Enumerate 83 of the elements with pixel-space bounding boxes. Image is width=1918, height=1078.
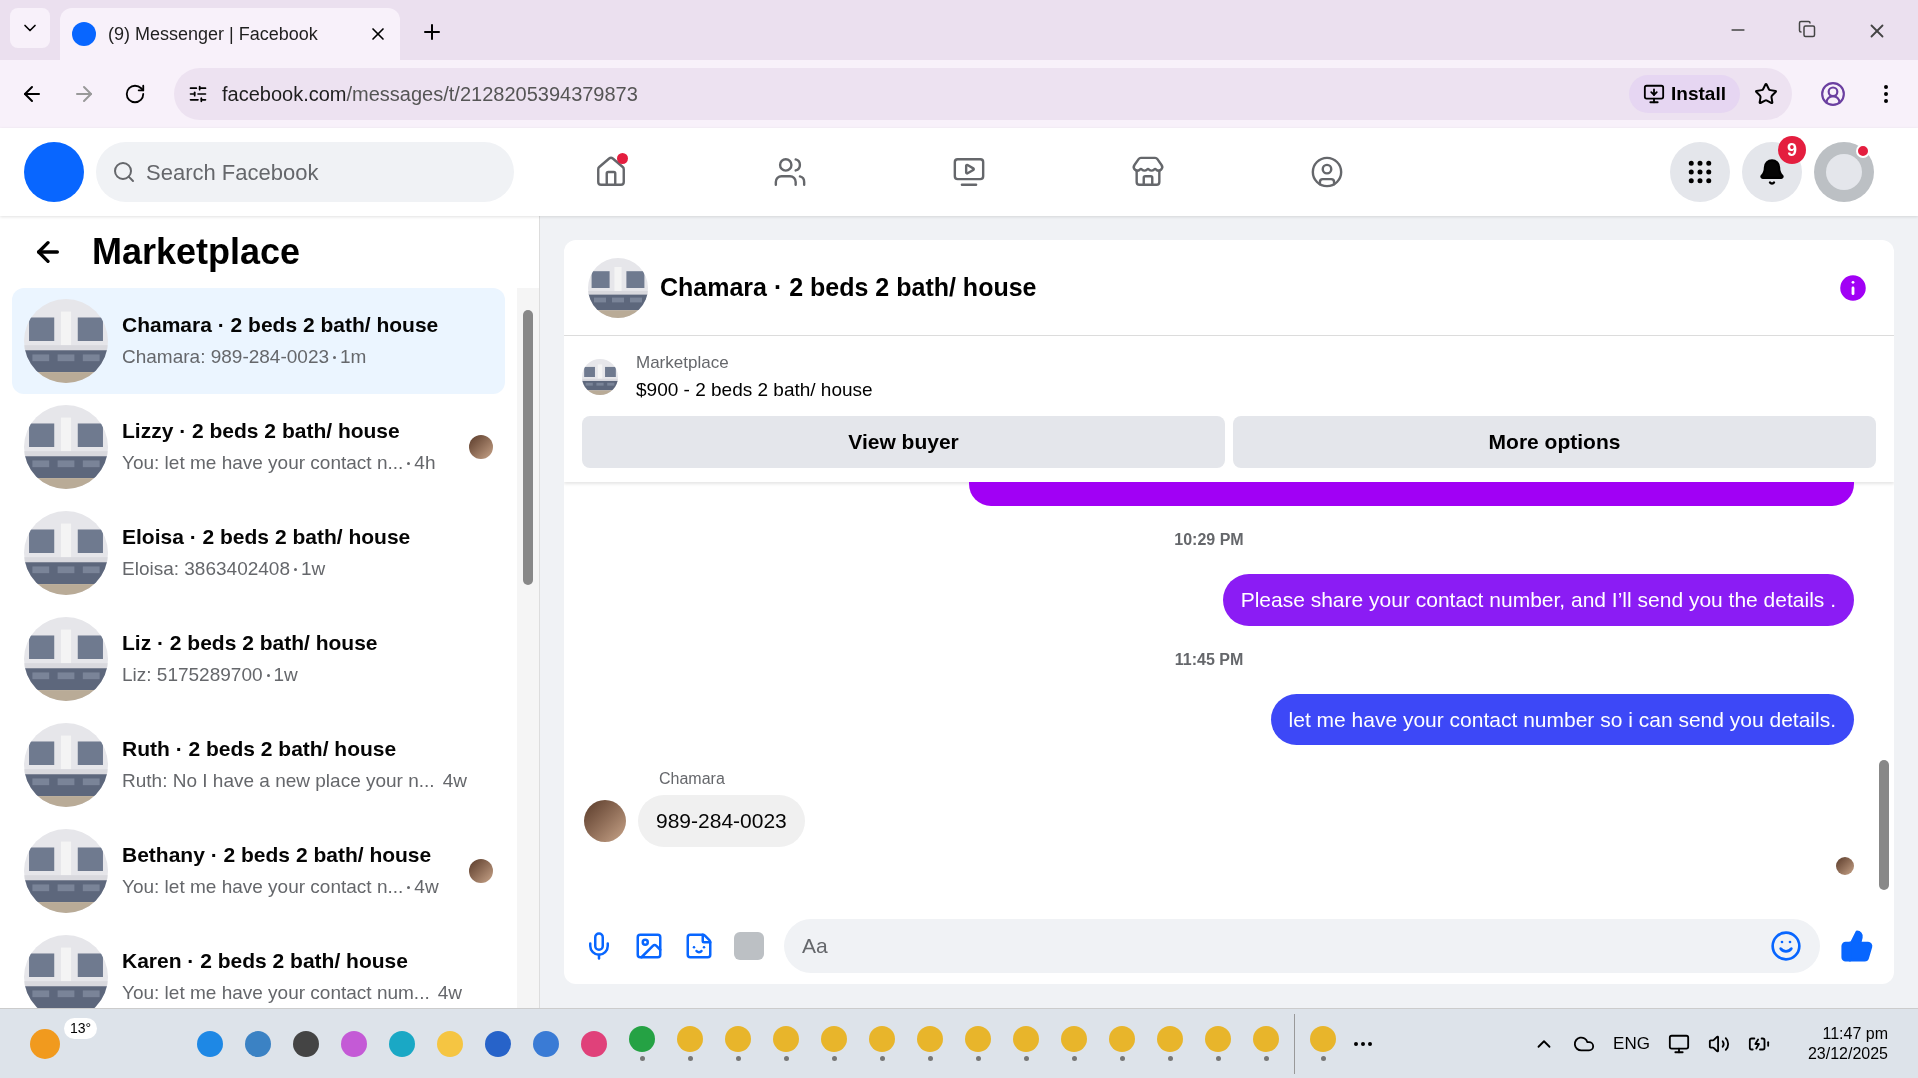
notifications-button[interactable] <box>1742 142 1802 202</box>
emoji-icon[interactable] <box>1770 930 1802 962</box>
browser-tab[interactable]: (9) Messenger | Facebook <box>60 8 400 60</box>
conversation-item[interactable]: Lizzy · 2 beds 2 bath/ house You: let me have your contact n... 4h <box>12 394 505 500</box>
people-circle-icon <box>1310 155 1344 189</box>
url-text: facebook.com/messages/t/2128205394379873 <box>222 82 639 107</box>
message-time: 1w <box>301 556 326 581</box>
restore-icon[interactable] <box>1798 20 1816 38</box>
action-button[interactable]: View buyer <box>582 416 1225 468</box>
conversation-title: Bethany · 2 beds 2 bath/ house <box>122 841 432 868</box>
message-time: 1m <box>340 344 367 369</box>
message-bubble: 989-284-0023 <box>638 795 805 847</box>
listing-title: $900 - 2 beds 2 bath/ house <box>636 377 873 402</box>
profile-icon[interactable] <box>1820 81 1846 107</box>
user-avatar <box>1826 154 1862 190</box>
action-button[interactable]: More options <box>1233 416 1876 468</box>
friends-icon <box>773 155 807 189</box>
conversation-title: Lizzy · 2 beds 2 bath/ house <box>122 417 400 444</box>
reload-icon[interactable] <box>124 83 146 105</box>
conversation-item[interactable]: Bethany · 2 beds 2 bath/ house You: let me have your contact n... 4w <box>12 818 505 924</box>
menu-button[interactable] <box>1670 142 1730 202</box>
search-input[interactable]: Search Facebook <box>146 155 498 189</box>
bell-icon <box>1758 158 1786 186</box>
chat-title: Chamara · 2 beds 2 bath/ house <box>660 271 1037 303</box>
user-avatar <box>469 435 493 459</box>
conversation-item[interactable]: Liz · 2 beds 2 bath/ house Liz: 5175289700 1w <box>12 606 505 712</box>
message-preview: You: let me have your contact num... <box>122 980 430 1005</box>
home-icon <box>594 155 628 189</box>
conversation-title: Liz · 2 beds 2 bath/ house <box>122 629 378 656</box>
dot-separator <box>407 461 411 465</box>
conversation-title: Ruth · 2 beds 2 bath/ house <box>122 735 397 762</box>
user-avatar <box>1836 856 1854 875</box>
conversation-title: Eloisa · 2 beds 2 bath/ house <box>122 523 411 550</box>
message-preview: You: let me have your contact n... <box>122 874 404 899</box>
tab-title: (9) Messenger | Facebook <box>108 22 319 46</box>
sender-name: Chamara <box>659 769 726 789</box>
message-time: 4h <box>414 450 436 475</box>
dot-separator <box>333 355 337 359</box>
conversation-title: Chamara · 2 beds 2 bath/ house <box>122 311 439 338</box>
message-time: 1w <box>273 662 298 687</box>
dot-separator <box>294 567 297 571</box>
scrollbar-thumb[interactable] <box>1879 760 1889 890</box>
user-avatar <box>584 799 626 842</box>
listing-label: Marketplace <box>636 352 730 374</box>
message-preview: You: let me have your contact n... <box>122 450 404 475</box>
message-preview: Ruth: No I have a new place your n... <box>122 768 435 793</box>
language-indicator[interactable]: ENG <box>1613 1030 1650 1057</box>
message-preview: Liz: 5175289700 <box>122 662 263 687</box>
install-icon <box>1643 83 1666 105</box>
message-bubble: let me have your contact number so i can send you details. <box>1270 693 1854 745</box>
video-icon <box>952 155 986 189</box>
search-field[interactable]: Search Facebook <box>96 142 514 202</box>
sidebar-title: Marketplace <box>92 230 301 274</box>
account-button[interactable] <box>1814 142 1874 202</box>
message-field[interactable]: Aa <box>784 919 1820 973</box>
timestamp: 10:29 PM <box>1174 530 1244 550</box>
message-time: 4w <box>414 874 439 899</box>
message-time: 4w <box>442 768 467 793</box>
conversation-title: Karen · 2 beds 2 bath/ house <box>122 947 408 974</box>
sticker-icon[interactable] <box>684 931 714 961</box>
temperature: 13° <box>64 1018 98 1039</box>
message-preview: Eloisa: 3863402408 <box>122 556 290 581</box>
like-icon[interactable] <box>1840 929 1874 963</box>
timestamp: 11:45 PM <box>1174 649 1244 670</box>
message-input[interactable]: Aa <box>802 930 1770 962</box>
conversation-item[interactable]: Ruth · 2 beds 2 bath/ house Ruth: No I have a new place your n... 4w <box>12 712 505 818</box>
install-button[interactable]: Install <box>1629 75 1740 113</box>
dot-separator <box>266 673 270 677</box>
site-settings-icon[interactable] <box>188 84 208 104</box>
network-icon[interactable] <box>1667 1032 1690 1055</box>
address-bar[interactable]: facebook.com/messages/t/2128205394379873 Install <box>174 68 1792 120</box>
notification-badge: 9 <box>1778 136 1806 164</box>
bookmark-icon[interactable] <box>1754 82 1778 106</box>
message-preview: Chamara: 989-284-0023 <box>122 344 330 369</box>
conversation-item[interactable]: Chamara · 2 beds 2 bath/ house Chamara: 989-284-0023 1m <box>12 288 505 394</box>
user-avatar <box>469 859 493 883</box>
dot-separator <box>407 885 411 889</box>
image-icon[interactable] <box>634 931 664 961</box>
conversation-item[interactable]: Eloisa · 2 beds 2 bath/ house Eloisa: 3863402408 1w <box>12 500 505 606</box>
clock[interactable]: 11:47 pm 23/12/2025 <box>1807 1023 1888 1064</box>
message-time: 4w <box>437 980 462 1005</box>
scrollbar-thumb[interactable] <box>523 310 533 585</box>
message-bubble: Please share your contact number, and I’ll send you the details . <box>1222 574 1854 626</box>
